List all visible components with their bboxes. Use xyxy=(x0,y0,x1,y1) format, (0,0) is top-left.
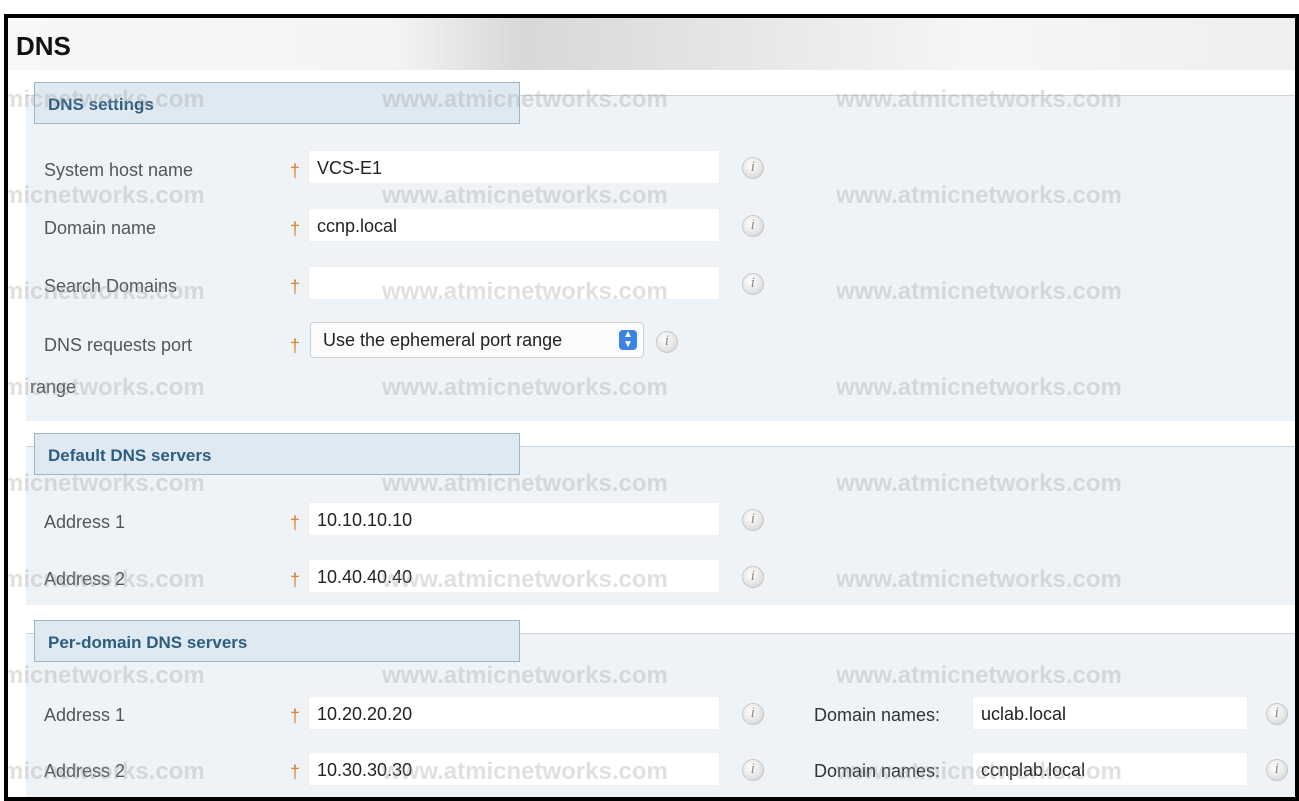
watermark-text: micnetworks.com xyxy=(4,278,205,305)
watermark-text: www.atmicnetworks.com xyxy=(836,758,1122,785)
watermark-text: www.atmicnetworks.com xyxy=(382,374,668,401)
watermark-text: micnetworks.com xyxy=(4,86,205,113)
required-marker: † xyxy=(290,219,301,239)
info-icon[interactable]: i xyxy=(1266,703,1288,725)
page-title: DNS xyxy=(16,31,71,61)
address-1-label: Address 1 xyxy=(44,512,126,532)
system-host-name-input[interactable]: VCS-E1 xyxy=(308,150,720,184)
watermark-text: www.atmicnetworks.com xyxy=(836,278,1122,305)
domain-name-label: Domain name xyxy=(44,218,157,238)
dns-requests-port-value: Use the ephemeral port range xyxy=(323,330,563,350)
dns-settings-section: DNS settings System host name † VCS-E1 i… xyxy=(26,82,1295,421)
watermark-text: www.atmicnetworks.com xyxy=(382,566,668,593)
watermark-text: micnetworks.com xyxy=(4,470,205,497)
watermark-text: www.atmicnetworks.com xyxy=(836,470,1122,497)
info-icon[interactable]: i xyxy=(742,157,764,179)
info-icon[interactable]: i xyxy=(742,759,764,781)
info-icon[interactable]: i xyxy=(742,566,764,588)
info-icon[interactable]: i xyxy=(742,703,764,725)
title-bar: DNS xyxy=(8,18,1295,70)
watermark-text: www.atmicnetworks.com xyxy=(836,86,1122,113)
watermark-text: www.atmicnetworks.com xyxy=(382,182,668,209)
required-marker: † xyxy=(290,161,301,181)
dns-page: DNS DNS settings System host name † VCS-… xyxy=(4,14,1299,801)
required-marker: † xyxy=(290,706,301,726)
watermark-text: www.atmicnetworks.com xyxy=(836,566,1122,593)
per-domain-dns-servers-legend: Per-domain DNS servers xyxy=(34,620,520,662)
required-marker: † xyxy=(290,277,301,297)
legend-label: Default DNS servers xyxy=(48,446,212,465)
required-marker: † xyxy=(290,570,301,590)
dns-requests-port-label: DNS requests port xyxy=(44,335,193,355)
watermark-text: micnetworks.com xyxy=(4,374,205,401)
address-1-label: Address 1 xyxy=(44,705,126,725)
info-icon[interactable]: i xyxy=(742,273,764,295)
watermark-text: www.atmicnetworks.com xyxy=(382,662,668,689)
watermark-text: www.atmicnetworks.com xyxy=(382,278,668,305)
default-address-1-input[interactable]: 10.10.10.10 xyxy=(308,502,720,536)
domain-names-input-1[interactable]: uclab.local xyxy=(972,696,1248,730)
watermark-text: www.atmicnetworks.com xyxy=(382,86,668,113)
watermark-text: www.atmicnetworks.com xyxy=(836,662,1122,689)
watermark-text: micnetworks.com xyxy=(4,566,205,593)
domain-names-label: Domain names: xyxy=(814,705,941,725)
watermark-text: www.atmicnetworks.com xyxy=(382,758,668,785)
watermark-text: www.atmicnetworks.com xyxy=(836,374,1122,401)
system-host-name-label: System host name xyxy=(44,160,194,180)
per-domain-address-1-input[interactable]: 10.20.20.20 xyxy=(308,696,720,730)
info-icon[interactable]: i xyxy=(656,331,678,353)
watermark-text: micnetworks.com xyxy=(4,758,205,785)
domain-name-input[interactable]: ccnp.local xyxy=(308,208,720,242)
info-icon[interactable]: i xyxy=(742,509,764,531)
info-icon[interactable]: i xyxy=(1266,759,1288,781)
required-marker: † xyxy=(290,336,301,356)
select-stepper-icon: ▲ ▼ xyxy=(619,330,637,350)
watermark-text: www.atmicnetworks.com xyxy=(836,182,1122,209)
watermark-text: micnetworks.com xyxy=(4,182,205,209)
watermark-text: micnetworks.com xyxy=(4,662,205,689)
default-dns-servers-legend: Default DNS servers xyxy=(34,433,520,475)
info-icon[interactable]: i xyxy=(742,215,764,237)
legend-label: Per-domain DNS servers xyxy=(48,633,248,652)
watermark-text: www.atmicnetworks.com xyxy=(382,470,668,497)
required-marker: † xyxy=(290,762,301,782)
dns-requests-port-select[interactable]: Use the ephemeral port range ▲ ▼ xyxy=(310,322,644,358)
required-marker: † xyxy=(290,513,301,533)
